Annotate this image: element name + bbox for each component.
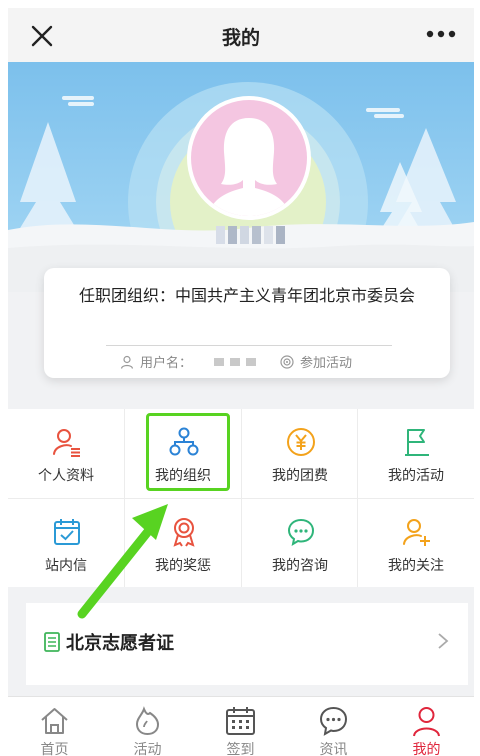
page-title: 我的 [221, 28, 260, 49]
tab-mine[interactable]: 我的 [380, 697, 473, 756]
award-icon [173, 518, 195, 547]
calendar-check-icon [54, 519, 80, 545]
tab-checkin[interactable]: 签到 [194, 697, 287, 756]
tab-label: 签到 [226, 741, 255, 756]
tab-label: 资讯 [319, 741, 348, 756]
menu-item-label: 我的关注 [388, 557, 444, 573]
female-avatar-icon [191, 100, 307, 216]
yen-icon [287, 428, 315, 456]
home-icon [41, 708, 68, 734]
menu-item-follows[interactable]: 我的关注 [358, 499, 474, 588]
menu-item-label: 我的咨询 [272, 557, 328, 573]
menu-item-label: 我的活动 [388, 467, 444, 483]
menu-item-inbox[interactable]: 站内信 [8, 499, 124, 588]
chat-icon [287, 518, 315, 547]
nav-bar: 我的 [8, 8, 474, 62]
username-label: 用户名： [140, 355, 193, 370]
volunteer-certificate-row[interactable]: 北京志愿者证 [26, 603, 468, 685]
username-value-masked [214, 358, 256, 366]
profile-icon [53, 429, 80, 457]
org-title: 任职团组织：中国共产主义青年团北京市委员会 [78, 288, 415, 305]
user-icon [120, 355, 134, 369]
tab-bar: 首页 活动 签到 资讯 我的 [8, 696, 474, 756]
tab-home[interactable]: 首页 [8, 697, 101, 756]
menu-item-my-org[interactable]: 我的组织 [125, 409, 241, 498]
chat-icon [319, 706, 348, 736]
activity-label: 参加活动 [300, 355, 353, 370]
menu-item-label: 我的团费 [272, 467, 328, 483]
tab-activities[interactable]: 活动 [101, 697, 194, 756]
tab-label: 活动 [133, 741, 162, 756]
org-info-card: 任职团组织：中国共产主义青年团北京市委员会 用户名： 参加活动 [44, 268, 450, 378]
menu-item-activities[interactable]: 我的活动 [358, 409, 474, 498]
user-add-icon [403, 519, 430, 546]
menu-item-label: 我的奖惩 [155, 557, 211, 573]
certificate-label: 北京志愿者证 [66, 633, 174, 653]
activity-field[interactable]: 参加活动 [280, 352, 352, 371]
card-meta: 用户名： 参加活动 [44, 352, 450, 372]
menu-item-label: 站内信 [45, 557, 87, 573]
tab-news[interactable]: 资讯 [287, 697, 380, 756]
app-screen: 我的 任职团组织：中国共产主义青年团北京市委员会 用户名： 参加活动 个人资料 … [8, 8, 474, 756]
chevron-right-icon [438, 633, 449, 649]
flag-icon [405, 429, 429, 456]
document-icon [44, 632, 60, 652]
username-masked [216, 226, 285, 244]
flame-icon [135, 706, 160, 736]
menu-item-fees[interactable]: 我的团费 [242, 409, 358, 498]
calendar-icon [226, 707, 255, 735]
profile-hero [8, 62, 474, 292]
menu-item-profile[interactable]: 个人资料 [8, 409, 124, 498]
menu-item-label: 个人资料 [38, 467, 94, 483]
username-field: 用户名： [120, 352, 192, 371]
menu-item-consult[interactable]: 我的咨询 [242, 499, 358, 588]
target-icon [280, 354, 294, 369]
org-icon [169, 427, 199, 456]
menu-grid: 个人资料 我的组织 我的团费 我的活动 站内信 我的奖惩 我的咨询 我的关注 [8, 409, 474, 587]
avatar[interactable] [187, 96, 311, 220]
menu-item-awards[interactable]: 我的奖惩 [125, 499, 241, 588]
menu-item-label: 我的组织 [155, 467, 211, 483]
user-icon [413, 707, 440, 737]
card-divider [106, 345, 392, 346]
tab-label: 首页 [40, 741, 69, 756]
tab-label: 我的 [412, 741, 441, 756]
more-icon[interactable] [426, 30, 456, 38]
